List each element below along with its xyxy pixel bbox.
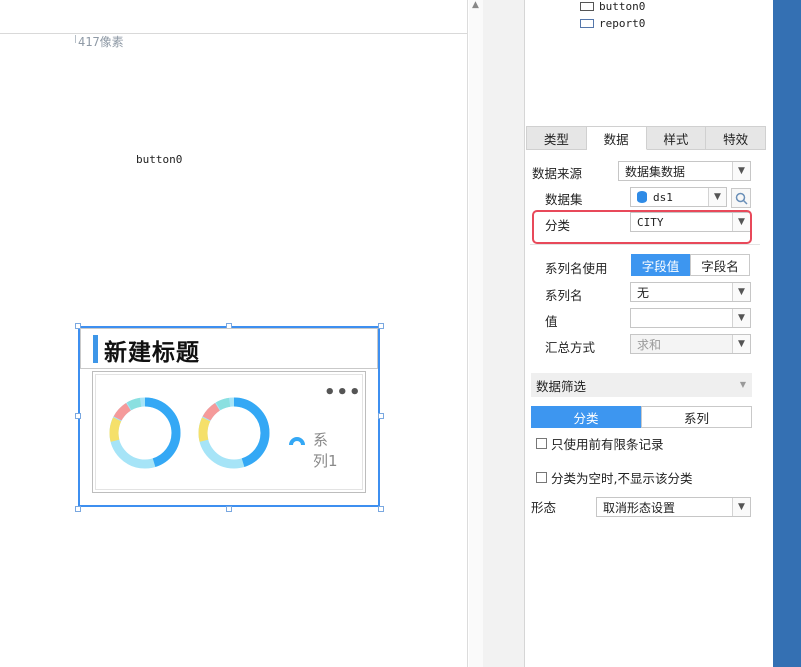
- data-filter-section[interactable]: 数据筛选 ▼: [531, 373, 752, 397]
- chevron-down-icon: ▼: [732, 335, 750, 353]
- dataset-value: ds1: [653, 190, 673, 204]
- resize-handle-s[interactable]: [226, 506, 232, 512]
- data-filter-title: 数据筛选: [536, 378, 587, 394]
- shape-select[interactable]: 取消形态设置 ▼: [596, 497, 751, 517]
- hide-empty-category-checkbox[interactable]: 分类为空时,不显示该分类: [536, 468, 692, 487]
- data-source-value: 数据集数据: [625, 164, 686, 179]
- category-highlight-box: [532, 210, 752, 244]
- chevron-down-icon: ▼: [732, 162, 750, 180]
- search-icon: [735, 192, 748, 205]
- series-name-select[interactable]: 无 ▼: [630, 282, 751, 302]
- series-name-use-toggle: 字段值 字段名: [631, 254, 750, 276]
- shape-value: 取消形态设置: [603, 500, 676, 515]
- more-horizontal-icon[interactable]: •••: [324, 384, 362, 402]
- tab-type[interactable]: 类型: [526, 126, 587, 150]
- filter-tab-series[interactable]: 系列: [641, 406, 752, 428]
- filter-tab-category[interactable]: 分类: [531, 406, 641, 428]
- right-side-bar: [773, 0, 801, 667]
- divider: [530, 244, 760, 245]
- data-source-select[interactable]: 数据集数据 ▼: [618, 161, 751, 181]
- button-icon: [580, 2, 594, 11]
- summary-value: 求和: [637, 337, 662, 352]
- resize-handle-e[interactable]: [378, 413, 384, 419]
- donut-chart-2: [198, 397, 270, 469]
- panel-gutter: [483, 0, 524, 667]
- resize-handle-sw[interactable]: [75, 506, 81, 512]
- checkbox-box[interactable]: [536, 438, 547, 449]
- shape-label: 形态: [531, 500, 557, 515]
- resize-handle-w[interactable]: [75, 413, 81, 419]
- report-icon: [580, 19, 594, 28]
- option-field-name[interactable]: 字段名: [690, 254, 750, 276]
- value-label: 值: [545, 314, 558, 329]
- tree-item-label: button0: [599, 0, 646, 13]
- database-icon: [637, 191, 647, 203]
- checkbox-box[interactable]: [536, 472, 547, 483]
- tree-item-label: report0: [599, 17, 646, 30]
- chevron-down-icon: ▼: [732, 498, 750, 516]
- width-ruler-label: 417像素: [75, 35, 124, 49]
- chevron-down-icon: ▼: [732, 283, 750, 301]
- tab-effect[interactable]: 特效: [706, 126, 766, 150]
- resize-handle-ne[interactable]: [378, 323, 384, 329]
- summary-select[interactable]: 求和 ▼: [630, 334, 751, 354]
- checkbox-label: 只使用前有限条记录: [551, 437, 664, 452]
- resize-handle-se[interactable]: [378, 506, 384, 512]
- canvas-divider: [467, 0, 468, 667]
- tree-item-report0[interactable]: report0: [580, 17, 645, 30]
- value-select[interactable]: ▼: [630, 308, 751, 328]
- checkbox-label: 分类为空时,不显示该分类: [551, 471, 693, 486]
- legend-donut-icon: [289, 437, 305, 445]
- chevron-down-icon: ▼: [708, 188, 726, 206]
- property-tabs: 类型 数据 样式 特效: [526, 126, 766, 151]
- canvas-scrollbar[interactable]: ▲: [469, 0, 483, 667]
- legend-series-label[interactable]: 系列1: [313, 430, 341, 472]
- dataset-select[interactable]: ds1 ▼: [630, 187, 727, 207]
- canvas-top-border: [0, 33, 468, 34]
- series-name-label: 系列名: [545, 288, 583, 303]
- tab-style[interactable]: 样式: [646, 126, 707, 150]
- tree-item-button0[interactable]: button0: [580, 0, 645, 13]
- search-button[interactable]: [731, 188, 751, 208]
- summary-label: 汇总方式: [545, 340, 596, 355]
- series-name-use-label: 系列名使用: [545, 261, 608, 276]
- option-field-value[interactable]: 字段值: [631, 254, 690, 276]
- tab-data[interactable]: 数据: [586, 126, 647, 150]
- donut-chart-1: [109, 397, 181, 469]
- chevron-down-icon: ▼: [732, 309, 750, 327]
- caret-down-icon: ▼: [739, 380, 746, 389]
- limit-records-checkbox[interactable]: 只使用前有限条记录: [536, 434, 664, 453]
- filter-tabs: 分类 系列: [531, 406, 752, 428]
- dataset-label: 数据集: [545, 192, 583, 207]
- series-name-value: 无: [637, 285, 650, 300]
- widget-title[interactable]: 新建标题: [104, 333, 200, 367]
- design-canvas[interactable]: 417像素 button0 新建标题 ••• 系列1: [0, 0, 468, 667]
- button0-widget[interactable]: button0: [136, 153, 182, 166]
- data-source-label: 数据来源: [532, 166, 583, 181]
- title-accent-bar: [93, 335, 98, 363]
